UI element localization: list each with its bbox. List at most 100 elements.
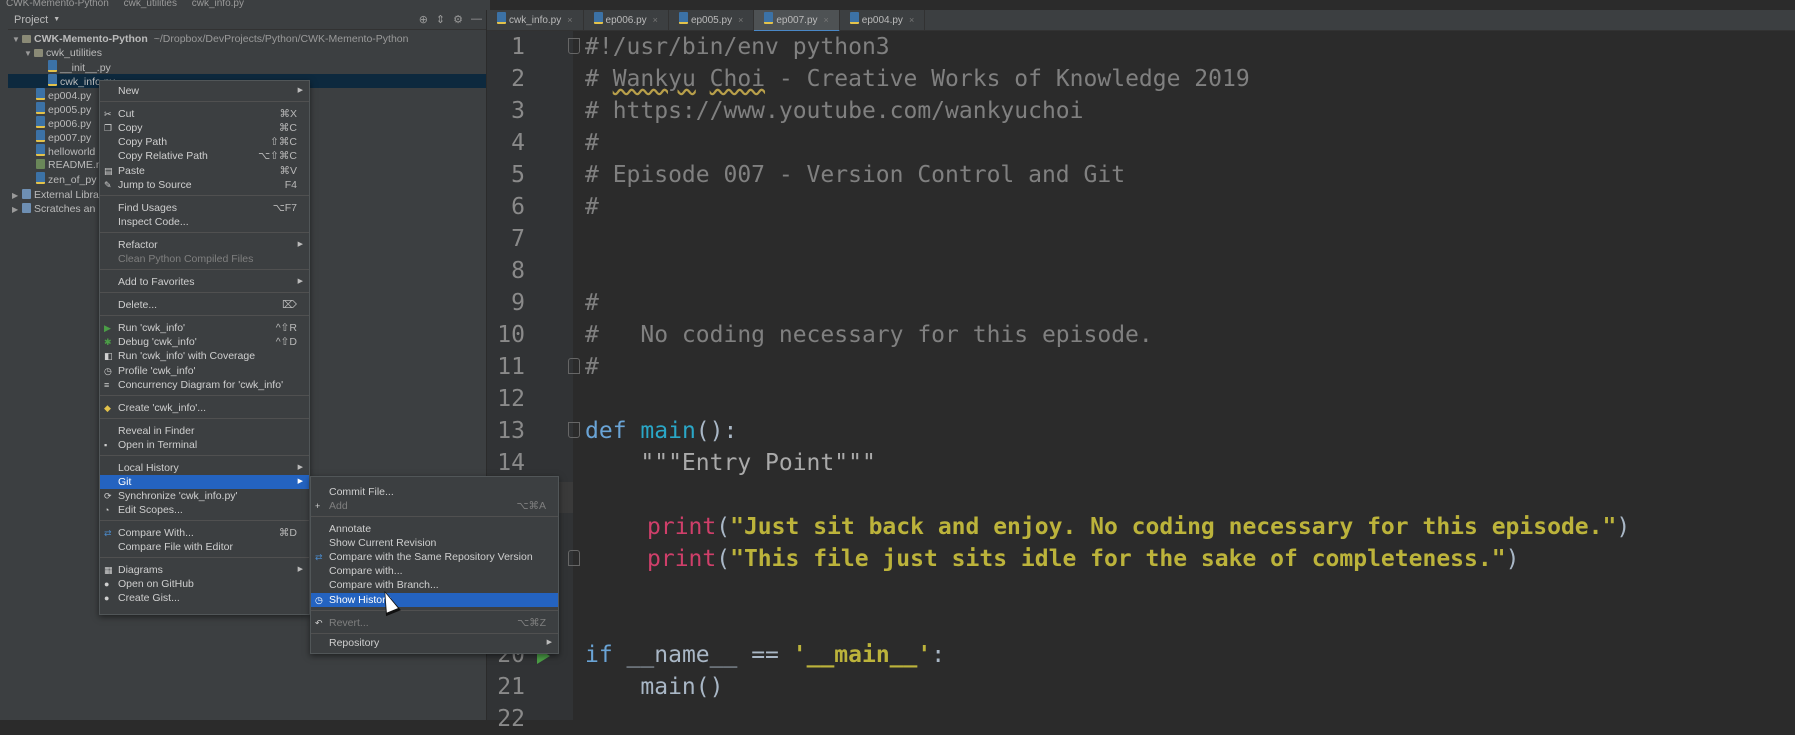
code-editor[interactable]: #!/usr/bin/env python3 # Wankyu Choi - C… [573, 31, 1795, 720]
menu-item-git[interactable]: Git ▶ [100, 475, 309, 489]
menu-item-compare-with[interactable]: Compare with... [311, 564, 558, 578]
editor-tab[interactable]: ep004.py × [840, 10, 926, 30]
menu-item-annotate[interactable]: Annotate [311, 522, 558, 536]
fold-icon[interactable] [568, 38, 580, 54]
editor-tab[interactable]: cwk_info.py × [487, 10, 584, 30]
code-line-14: """Entry Point""" [585, 450, 876, 476]
project-view-selector[interactable]: Project [14, 14, 48, 26]
pencil-icon: ✎ [104, 180, 112, 190]
menu-item-diagrams[interactable]: ▦ Diagrams ▶ [100, 563, 309, 577]
python-file-icon [36, 116, 45, 128]
close-icon[interactable]: × [653, 15, 658, 25]
tree-item-label: cwk_utilities [46, 47, 103, 59]
breadcrumb-folder[interactable]: cwk_utilities [124, 0, 177, 9]
menu-item-compare-with-branch[interactable]: Compare with Branch... [311, 578, 558, 592]
menu-item-add[interactable]: + Add ⌥⌘A [311, 499, 558, 513]
chevron-down-icon[interactable]: ▼ [53, 16, 60, 23]
menu-item-revert[interactable]: ↶ Revert... ⌥⌘Z [311, 616, 558, 630]
menu-item-clean-compiled[interactable]: Clean Python Compiled Files [100, 252, 309, 266]
menu-item-find-usages[interactable]: Find Usages ⌥F7 [100, 201, 309, 215]
menu-item-show-history[interactable]: ◷ Show History [311, 593, 558, 607]
menu-item-concurrency[interactable]: ≡ Concurrency Diagram for 'cwk_info' [100, 378, 309, 392]
breadcrumb-file[interactable]: cwk_info.py [192, 0, 244, 9]
menu-item-show-current-revision[interactable]: Show Current Revision [311, 536, 558, 550]
python-file-icon [36, 130, 45, 142]
menu-item-delete[interactable]: Delete... ⌦ [100, 298, 309, 312]
menu-item-open-in-terminal[interactable]: ▪ Open in Terminal [100, 438, 309, 452]
python-icon: ◆ [104, 403, 111, 413]
fold-icon[interactable] [568, 358, 580, 374]
target-icon[interactable]: ⊕ [419, 13, 428, 26]
chevron-right-icon[interactable]: ▶ [12, 203, 22, 217]
fold-icon[interactable] [568, 422, 580, 438]
fold-icon[interactable] [568, 550, 580, 566]
tree-item-label: ep007.py [48, 132, 92, 144]
line-number: 10 [497, 322, 525, 348]
menu-item-reveal-in-finder[interactable]: Reveal in Finder [100, 424, 309, 438]
line-number: 22 [497, 706, 525, 732]
menu-item-debug[interactable]: ✱ Debug 'cwk_info' ^⇧D [100, 335, 309, 349]
menu-item-copy[interactable]: ❐ Copy ⌘C [100, 121, 309, 135]
code-line-11: # [585, 354, 599, 380]
code-line-1: #!/usr/bin/env python3 [585, 34, 890, 60]
python-file-icon [48, 60, 57, 72]
folder-icon [34, 49, 43, 57]
plus-icon: + [315, 501, 321, 511]
coverage-icon: ◧ [104, 351, 113, 361]
menu-item-edit-scopes[interactable]: ◔ Edit Scopes... [100, 503, 309, 517]
menu-item-create-config[interactable]: ◆ Create 'cwk_info'... [100, 401, 309, 415]
editor-tab[interactable]: ep006.py × [584, 10, 669, 30]
menu-item-run-coverage[interactable]: ◧ Run 'cwk_info' with Coverage [100, 349, 309, 363]
code-line-3: # https://www.youtube.com/wankyuchoi [585, 98, 1084, 124]
menu-item-jump-to-source[interactable]: ✎ Jump to Source F4 [100, 178, 309, 192]
diagram-icon: ▦ [104, 565, 113, 575]
navigation-breadcrumb: CWK-Memento-Python cwk_utilities cwk_inf… [0, 0, 490, 10]
sync-icon: ⟳ [104, 491, 112, 501]
menu-item-synchronize[interactable]: ⟳ Synchronize 'cwk_info.py' [100, 489, 309, 503]
menu-item-local-history[interactable]: Local History ▶ [100, 461, 309, 475]
menu-item-compare-same-version[interactable]: ⇄ Compare with the Same Repository Versio… [311, 550, 558, 564]
menu-item-commit-file[interactable]: Commit File... [311, 485, 558, 499]
menu-item-inspect-code[interactable]: Inspect Code... [100, 215, 309, 229]
menu-item-add-to-favorites[interactable]: Add to Favorites ▶ [100, 275, 309, 289]
gear-icon[interactable]: ⚙ [453, 13, 463, 26]
close-icon[interactable]: × [824, 15, 829, 25]
menu-item-profile[interactable]: ◷ Profile 'cwk_info' [100, 364, 309, 378]
editor-tab[interactable]: ep007.py × [754, 10, 840, 32]
menu-item-paste[interactable]: ▤ Paste ⌘V [100, 164, 309, 178]
folder-icon [22, 35, 31, 43]
close-icon[interactable]: × [738, 15, 743, 25]
breadcrumb-project[interactable]: CWK-Memento-Python [6, 0, 109, 9]
menu-item-copy-relative-path[interactable]: Copy Relative Path ⌥⇧⌘C [100, 149, 309, 163]
python-file-icon [764, 12, 774, 24]
menu-item-refactor[interactable]: Refactor ▶ [100, 238, 309, 252]
close-icon[interactable]: × [909, 15, 914, 25]
menu-item-repository[interactable]: Repository ▶ [311, 636, 558, 650]
menu-item-run[interactable]: ▶ Run 'cwk_info' ^⇧R [100, 321, 309, 335]
menu-item-create-gist[interactable]: ● Create Gist... [100, 591, 309, 605]
chevron-right-icon[interactable]: ▶ [12, 189, 22, 203]
menu-item-cut[interactable]: ✂ Cut ⌘X [100, 107, 309, 121]
close-icon[interactable]: × [567, 15, 572, 25]
code-line-4: # [585, 130, 599, 156]
revert-icon: ↶ [315, 618, 323, 628]
collapse-icon[interactable]: ⇕ [436, 13, 445, 26]
context-menu: New ▶ ✂ Cut ⌘X ❐ Copy ⌘C Copy Path ⇧⌘C Copy Re… [99, 80, 310, 615]
submenu-arrow-icon: ▶ [297, 87, 303, 94]
menu-item-compare-with-editor[interactable]: Compare File with Editor [100, 540, 309, 554]
hide-icon[interactable]: — [471, 13, 482, 26]
chevron-down-icon[interactable]: ▼ [12, 33, 22, 47]
tree-item-label: README.m [48, 159, 105, 171]
code-line-20: if __name__ == '__main__': [585, 642, 946, 668]
editor-tab[interactable]: ep005.py × [669, 10, 755, 30]
chevron-down-icon[interactable]: ▼ [24, 47, 34, 61]
menu-item-open-on-github[interactable]: ● Open on GitHub [100, 577, 309, 591]
menu-item-compare-with[interactable]: ⇄ Compare With... ⌘D [100, 526, 309, 540]
menu-item-copy-path[interactable]: Copy Path ⇧⌘C [100, 135, 309, 149]
concurrency-icon: ≡ [104, 380, 110, 390]
menu-item-new[interactable]: New ▶ [100, 84, 309, 98]
tab-label: ep005.py [690, 15, 733, 26]
code-line-6: # [585, 194, 599, 220]
code-line-5: # Episode 007 - Version Control and Git [585, 162, 1126, 188]
tree-item-label: CWK-Memento-Python [34, 33, 148, 45]
